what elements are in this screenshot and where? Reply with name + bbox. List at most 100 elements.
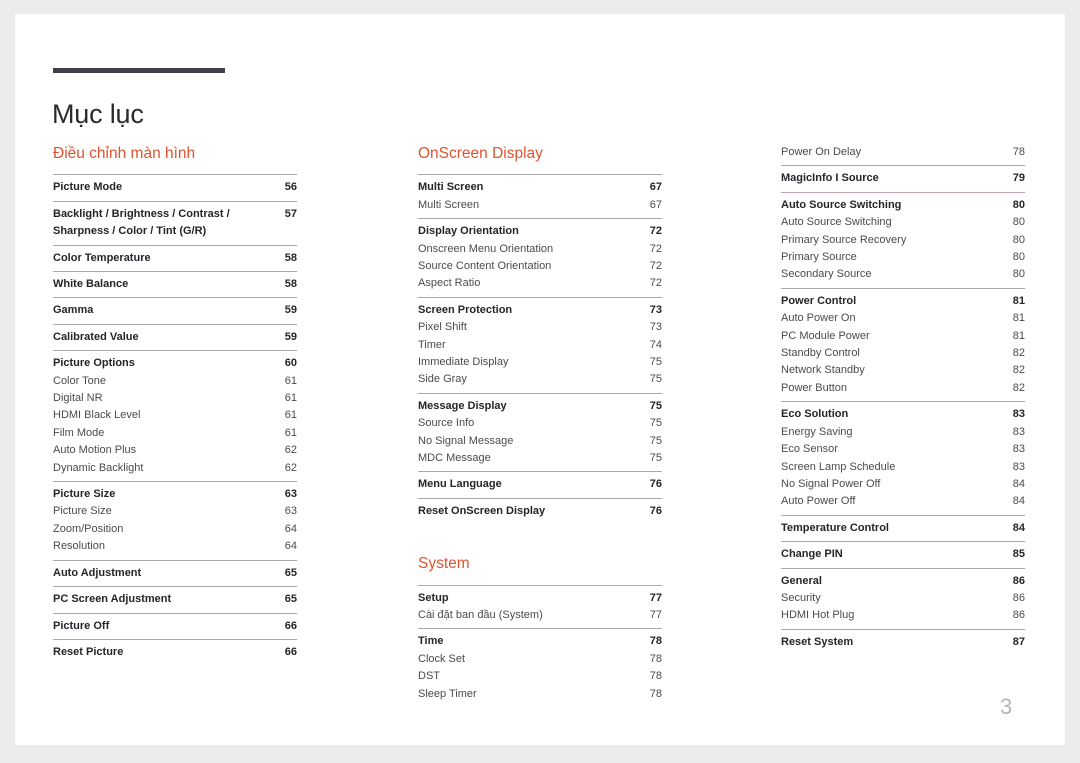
toc-entry-label: Sleep Timer [418, 687, 477, 700]
toc-entry-major[interactable]: Eco Solution 83 [781, 406, 1025, 423]
toc-entry-major[interactable]: Color Temperature 58 [53, 250, 297, 267]
toc-entry-minor[interactable]: Primary Source Recovery 80 [781, 232, 1025, 249]
toc-entry-major[interactable]: Multi Screen 67 [418, 179, 662, 196]
toc-entry-major[interactable]: Power Control 81 [781, 293, 1025, 310]
toc-entry-minor[interactable]: Resolution 64 [53, 538, 297, 555]
toc-entry-page-number: 67 [649, 181, 662, 194]
toc-entry-page-number: 66 [284, 645, 297, 658]
toc-group: Gamma 59 [53, 297, 297, 323]
toc-entry-major[interactable]: MagicInfo I Source 79 [781, 170, 1025, 187]
toc-entry-major[interactable]: Reset OnScreen Display 76 [418, 503, 662, 520]
toc-entry-minor[interactable]: Screen Lamp Schedule 83 [781, 459, 1025, 476]
toc-group: PC Screen Adjustment 65 [53, 586, 297, 612]
toc-entry-minor[interactable]: HDMI Black Level 61 [53, 407, 297, 424]
toc-entry-page-number: 86 [1012, 591, 1025, 604]
toc-entry-minor[interactable]: Primary Source 80 [781, 249, 1025, 266]
toc-entry-minor[interactable]: Side Gray 75 [418, 371, 662, 388]
toc-entry-label: Secondary Source [781, 268, 872, 281]
toc-entry-minor[interactable]: HDMI Hot Plug 86 [781, 607, 1025, 624]
toc-entry-minor[interactable]: Digital NR 61 [53, 390, 297, 407]
toc-entry-minor[interactable]: Auto Source Switching 80 [781, 214, 1025, 231]
toc-entry-minor[interactable]: Auto Power Off 84 [781, 493, 1025, 510]
toc-entry-label: Multi Screen [418, 181, 484, 194]
toc-entry-minor[interactable]: Film Mode 61 [53, 425, 297, 442]
toc-entry-minor[interactable]: Security 86 [781, 590, 1025, 607]
toc-entry-page-number: 80 [1012, 251, 1025, 264]
toc-entry-minor[interactable]: Cài đặt ban đầu (System) 77 [418, 607, 662, 624]
toc-entry-minor[interactable]: Eco Sensor 83 [781, 441, 1025, 458]
toc-entry-major[interactable]: Calibrated Value 59 [53, 329, 297, 346]
toc-entry-label: Screen Lamp Schedule [781, 460, 896, 473]
toc-group: Picture Off 66 [53, 612, 297, 639]
toc-entry-minor[interactable]: Clock Set 78 [418, 651, 662, 668]
toc-entry-major[interactable]: Auto Source Switching 80 [781, 197, 1025, 214]
toc-entry-page-number: 83 [1012, 425, 1025, 438]
toc-entry-major[interactable]: Menu Language 76 [418, 476, 662, 493]
toc-entry-major[interactable]: Setup 77 [418, 590, 662, 607]
toc-entry-minor[interactable]: Immediate Display 75 [418, 354, 662, 371]
toc-entry-minor[interactable]: Pixel Shift 73 [418, 319, 662, 336]
toc-group: Menu Language 76 [418, 471, 662, 497]
toc-entry-major[interactable]: Reset Picture 66 [53, 644, 297, 661]
toc-entry-major[interactable]: Picture Size 63 [53, 486, 297, 503]
toc-entry-major[interactable]: Reset System 87 [781, 634, 1025, 651]
toc-entry-major[interactable]: Change PIN 85 [781, 546, 1025, 563]
toc-entry-major[interactable]: White Balance 58 [53, 276, 297, 293]
toc-entry-minor[interactable]: Source Info 75 [418, 415, 662, 432]
toc-entry-minor[interactable]: Power On Delay 78 [781, 144, 1025, 161]
toc-entry-minor[interactable]: Secondary Source 80 [781, 266, 1025, 283]
toc-entry-minor[interactable]: PC Module Power 81 [781, 328, 1025, 345]
toc-entry-label: Gamma [53, 304, 94, 317]
toc-group: Power On Delay 78 [781, 144, 1025, 165]
toc-entry-minor[interactable]: Dynamic Backlight 62 [53, 460, 297, 477]
toc-entry-minor[interactable]: Auto Motion Plus 62 [53, 442, 297, 459]
toc-entry-page-number: 75 [649, 373, 662, 386]
toc-entry-major[interactable]: General 86 [781, 573, 1025, 590]
toc-entry-page-number: 83 [1012, 443, 1025, 456]
toc-entry-label: Source Info [418, 417, 475, 430]
toc-entry-major[interactable]: Picture Mode 56 [53, 179, 297, 196]
toc-entry-label: Energy Saving [781, 425, 853, 438]
toc-entry-label: Color Temperature [53, 251, 151, 264]
toc-entry-minor[interactable]: Energy Saving 83 [781, 424, 1025, 441]
toc-entry-minor[interactable]: Multi Screen 67 [418, 197, 662, 214]
toc-entry-minor[interactable]: No Signal Power Off 84 [781, 476, 1025, 493]
toc-group: Auto Source Switching 80 Auto Source Switc… [781, 191, 1025, 288]
toc-entry-minor[interactable]: Aspect Ratio 72 [418, 275, 662, 292]
toc-entry-minor[interactable]: Timer 74 [418, 337, 662, 354]
toc-entry-minor[interactable]: MDC Message 75 [418, 450, 662, 467]
toc-entry-minor[interactable]: Power Button 82 [781, 380, 1025, 397]
toc-entry-minor[interactable]: Auto Power On 81 [781, 310, 1025, 327]
toc-entry-minor[interactable]: Color Tone 61 [53, 373, 297, 390]
toc-entry-major[interactable]: Temperature Control 84 [781, 520, 1025, 537]
toc-entry-major[interactable]: PC Screen Adjustment 65 [53, 591, 297, 608]
toc-entry-minor[interactable]: Zoom/Position 64 [53, 521, 297, 538]
toc-entry-major[interactable]: Picture Options 60 [53, 355, 297, 372]
toc-entry-minor[interactable]: No Signal Message 75 [418, 433, 662, 450]
toc-section-heading: Điều chỉnh màn hình [53, 145, 196, 162]
toc-entry-label: Power On Delay [781, 146, 862, 158]
toc-group: Backlight / Brightness / Contrast / Shar… [53, 200, 297, 245]
toc-entry-label: Time [418, 635, 444, 648]
toc-entry-minor[interactable]: Picture Size 63 [53, 503, 297, 520]
toc-entry-major[interactable]: Display Orientation 72 [418, 223, 662, 240]
toc-entry-major[interactable]: Message Display 75 [418, 398, 662, 415]
toc-entry-page-number: 72 [649, 242, 662, 255]
toc-entry-major[interactable]: Backlight / Brightness / Contrast / Shar… [53, 206, 297, 241]
toc-entry-major[interactable]: Screen Protection 73 [418, 302, 662, 319]
toc-entry-label: Side Gray [418, 373, 467, 386]
toc-entry-minor[interactable]: Standby Control 82 [781, 345, 1025, 362]
toc-entry-major[interactable]: Time 78 [418, 633, 662, 650]
toc-entry-label: Picture Off [53, 619, 110, 632]
toc-entry-major[interactable]: Auto Adjustment 65 [53, 565, 297, 582]
toc-entry-minor[interactable]: Network Standby 82 [781, 362, 1025, 379]
toc-section-heading: OnScreen Display [418, 145, 543, 162]
toc-entry-major[interactable]: Picture Off 66 [53, 618, 297, 635]
toc-entry-minor[interactable]: Sleep Timer 78 [418, 686, 662, 703]
toc-entry-minor[interactable]: DST 78 [418, 668, 662, 685]
toc-group: Picture Size 63 Picture Size 63 Zoom/Positio… [53, 481, 297, 560]
toc-entry-minor[interactable]: Source Content Orientation 72 [418, 258, 662, 275]
toc-group: Power Control 81 Auto Power On 81 PC Module … [781, 287, 1025, 401]
toc-entry-minor[interactable]: Onscreen Menu Orientation 72 [418, 241, 662, 258]
toc-entry-major[interactable]: Gamma 59 [53, 302, 297, 319]
